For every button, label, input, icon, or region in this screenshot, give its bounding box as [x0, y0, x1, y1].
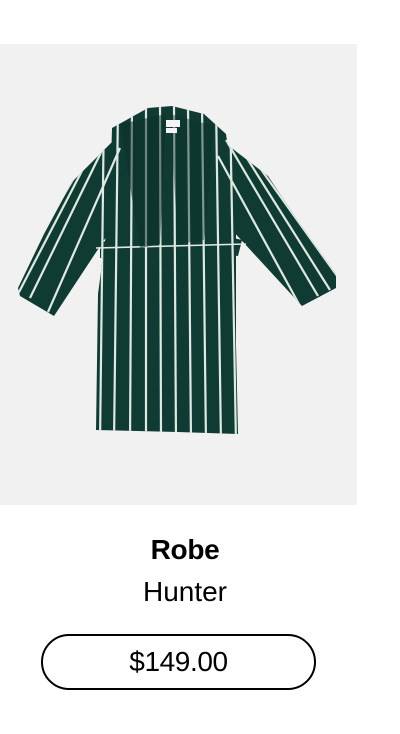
product-card[interactable]: Robe Hunter $149.00: [0, 0, 400, 734]
price-button[interactable]: $149.00: [41, 634, 316, 690]
product-color: Hunter: [142, 576, 228, 607]
product-name[interactable]: Robe: [0, 534, 370, 566]
price-label: $149.00: [129, 646, 228, 677]
robe-shape: [18, 106, 336, 434]
product-image[interactable]: [0, 44, 357, 505]
striped-robe-image: [18, 106, 336, 434]
